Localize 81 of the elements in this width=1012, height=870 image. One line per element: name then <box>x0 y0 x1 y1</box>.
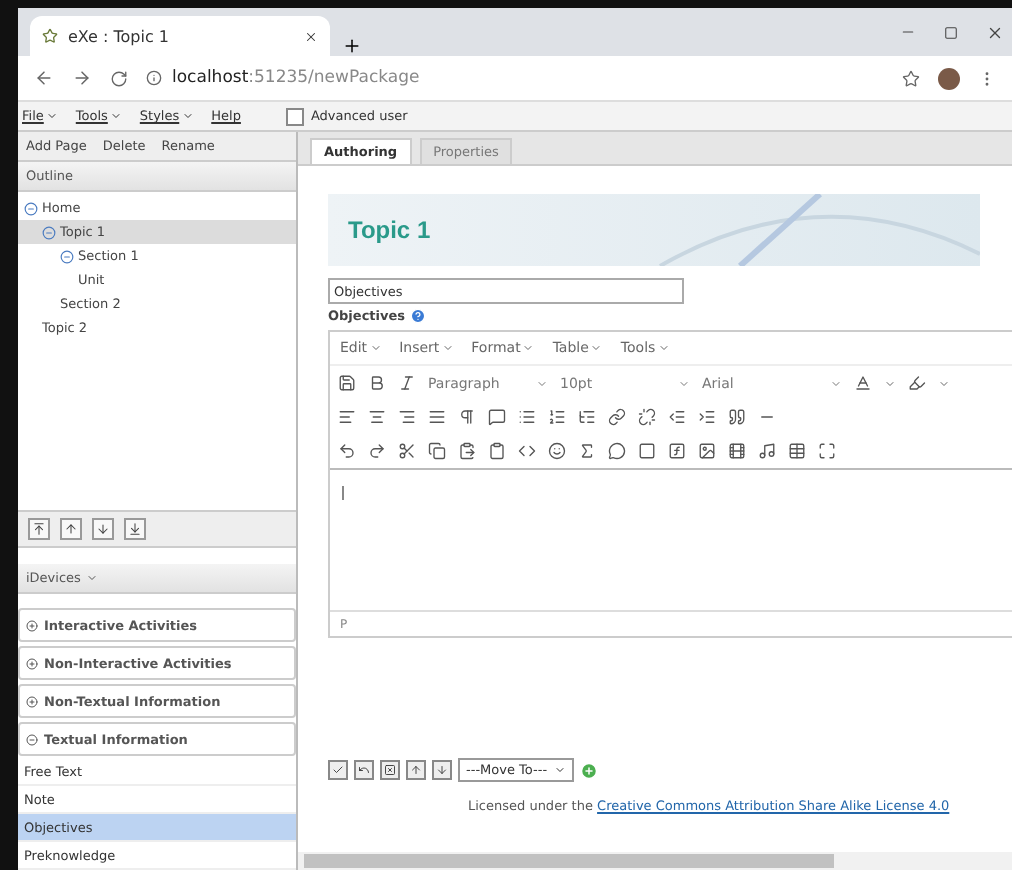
unlink-icon[interactable] <box>638 408 656 426</box>
outdent-icon[interactable] <box>668 408 686 426</box>
caret-icon <box>830 377 842 389</box>
caret-icon <box>522 342 535 354</box>
highlight-icon[interactable] <box>908 374 926 392</box>
align-right-icon[interactable] <box>398 408 416 426</box>
caret-icon <box>109 110 122 122</box>
align-center-icon[interactable] <box>368 408 386 426</box>
square-icon[interactable] <box>638 442 656 460</box>
maximize-icon[interactable] <box>944 25 958 39</box>
table-icon[interactable] <box>788 442 806 460</box>
bullet-list-icon[interactable] <box>518 408 536 426</box>
caret-icon <box>678 377 690 389</box>
move-down-icon[interactable] <box>96 522 110 536</box>
info-icon <box>146 70 162 86</box>
indent-icon[interactable] <box>698 408 716 426</box>
redo-icon[interactable] <box>368 442 386 460</box>
undo-icon[interactable] <box>358 764 370 776</box>
forward-icon[interactable] <box>72 68 92 88</box>
checkbox[interactable] <box>286 107 305 125</box>
caret-icon <box>657 342 670 354</box>
expand-icon[interactable] <box>26 695 38 707</box>
caret-icon <box>553 764 566 776</box>
close-icon[interactable] <box>986 23 1004 41</box>
expand-icon[interactable] <box>26 619 38 631</box>
numbered-list-icon[interactable] <box>548 408 566 426</box>
collapse-icon[interactable] <box>42 225 56 239</box>
bookmark-icon[interactable] <box>902 69 920 87</box>
list-icon[interactable] <box>578 408 596 426</box>
collapse-icon[interactable] <box>60 249 74 263</box>
paste-icon[interactable] <box>458 442 476 460</box>
caret-icon <box>441 342 454 354</box>
cut-icon[interactable] <box>398 442 416 460</box>
new-tab-icon[interactable] <box>342 36 362 56</box>
image-icon[interactable] <box>698 442 716 460</box>
copy-icon[interactable] <box>428 442 446 460</box>
undo-icon[interactable] <box>338 442 356 460</box>
delete-icon[interactable] <box>384 764 396 776</box>
help-icon[interactable] <box>409 308 426 324</box>
expand-icon[interactable] <box>26 657 38 669</box>
function-icon[interactable] <box>668 442 686 460</box>
back-icon[interactable] <box>34 68 54 88</box>
browser-tab[interactable]: eXe : Topic 1 <box>30 16 330 56</box>
caret-icon <box>369 342 382 354</box>
text-color-icon[interactable] <box>854 374 872 392</box>
bold-icon[interactable] <box>368 374 386 392</box>
fullscreen-icon[interactable] <box>818 442 836 460</box>
save-icon[interactable] <box>338 374 356 392</box>
comment-icon[interactable] <box>488 408 506 426</box>
avatar[interactable] <box>938 67 960 89</box>
link-icon[interactable] <box>608 408 626 426</box>
move-up-icon[interactable] <box>64 522 78 536</box>
collapse-icon[interactable] <box>24 201 38 215</box>
collapse-icon[interactable] <box>26 733 38 745</box>
check-icon[interactable] <box>332 764 344 776</box>
add-icon[interactable] <box>579 761 598 779</box>
sigma-icon[interactable] <box>578 442 596 460</box>
move-top-icon[interactable] <box>32 522 46 536</box>
align-left-icon[interactable] <box>338 408 356 426</box>
quote-icon[interactable] <box>728 408 746 426</box>
caret-icon <box>536 377 548 389</box>
reload-icon[interactable] <box>110 69 128 87</box>
address-field[interactable]: localhost:51235/newPackage <box>146 68 884 88</box>
close-icon[interactable] <box>304 29 318 43</box>
align-justify-icon[interactable] <box>428 408 446 426</box>
music-icon[interactable] <box>758 442 776 460</box>
move-down-icon[interactable] <box>436 764 448 776</box>
emoticon-icon[interactable] <box>548 442 566 460</box>
caret-icon <box>590 342 603 354</box>
code-icon[interactable] <box>518 442 536 460</box>
app-icon <box>42 28 58 44</box>
caret-icon <box>45 110 58 122</box>
italic-icon[interactable] <box>398 374 416 392</box>
paragraph-icon[interactable] <box>458 408 476 426</box>
speech-bubble-icon[interactable] <box>608 442 626 460</box>
caret-icon <box>181 110 194 122</box>
page-title: Topic 1 <box>348 216 431 244</box>
film-icon[interactable] <box>728 442 746 460</box>
move-up-icon[interactable] <box>410 764 422 776</box>
clipboard-icon[interactable] <box>488 442 506 460</box>
move-bottom-icon[interactable] <box>128 522 142 536</box>
